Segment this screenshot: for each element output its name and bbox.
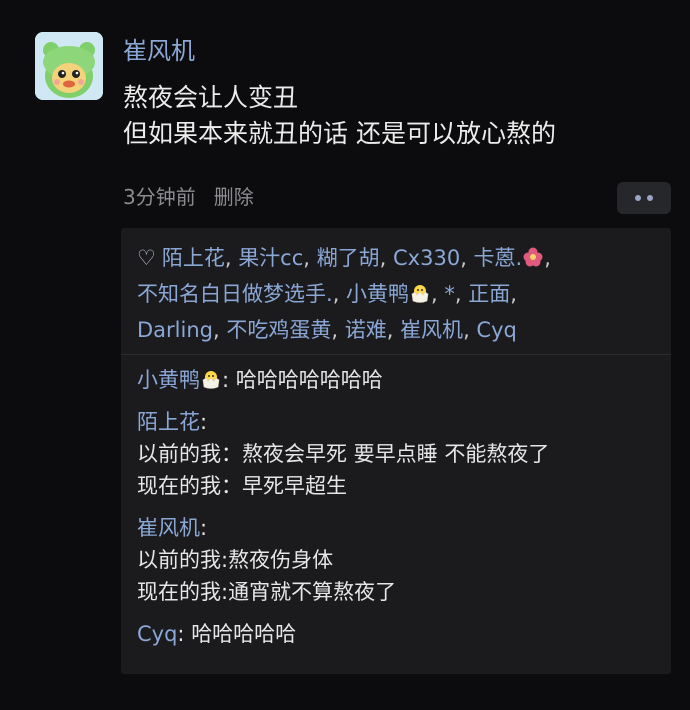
comment-sep: : — [177, 622, 192, 646]
comment-item[interactable]: 小黄鸭: 哈哈哈哈哈哈哈 — [137, 364, 662, 396]
post-line: 熬夜会让人变丑 — [123, 83, 299, 112]
like-name[interactable]: Cx330 — [393, 246, 460, 270]
post-content: 熬夜会让人变丑 但如果本来就丑的话 还是可以放心熬的 — [123, 80, 556, 152]
like-name[interactable]: 陌上花 — [162, 246, 225, 270]
comment-author[interactable]: 崔风机 — [137, 516, 200, 540]
flower-emoji-icon — [523, 247, 543, 267]
comment-text: 哈哈哈哈哈哈哈 — [235, 368, 383, 392]
author-avatar[interactable] — [35, 32, 103, 100]
like-name[interactable]: 果汁cc — [238, 246, 303, 270]
comment-sep: : — [200, 516, 208, 540]
comment-line: 以前的我:熬夜伤身体 — [137, 548, 334, 572]
like-name[interactable]: 不吃鸡蛋黄 — [226, 318, 331, 342]
comment-author[interactable]: 小黄鸭 — [137, 368, 200, 392]
frog-avatar-icon — [35, 32, 103, 100]
more-dots-icon — [635, 195, 641, 201]
like-name[interactable]: Cyq — [476, 318, 516, 342]
like-name[interactable]: Darling — [137, 318, 213, 342]
more-dots-icon — [647, 195, 653, 201]
comment-author[interactable]: Cyq — [137, 622, 177, 646]
comment-text: 哈哈哈哈哈 — [191, 622, 297, 646]
comment-item[interactable]: Cyq: 哈哈哈哈哈 — [137, 618, 662, 650]
like-name[interactable]: 崔风机 — [400, 318, 463, 342]
like-name[interactable]: 正面 — [468, 282, 510, 306]
like-name[interactable]: 糊了胡 — [317, 246, 380, 270]
moment-post: 崔风机 熬夜会让人变丑 但如果本来就丑的话 还是可以放心熬的 3分钟前 删除 ♡… — [0, 0, 690, 710]
post-time: 3分钟前 — [123, 185, 196, 209]
likes-comments-panel: ♡ 陌上花, 果汁cc, 糊了胡, Cx330, 卡蒽., 不知名白日做梦选手.,… — [121, 228, 671, 674]
comment-line: 现在的我：早死早超生 — [137, 474, 347, 498]
more-button[interactable] — [617, 182, 671, 214]
comment-sep: : — [200, 410, 208, 434]
like-name[interactable]: 不知名白日做梦选手. — [137, 282, 333, 306]
delete-link[interactable]: 删除 — [214, 183, 254, 211]
likes-divider — [121, 354, 671, 355]
comment-sep: : — [222, 368, 236, 392]
comment-line: 以前的我：熬夜会早死 要早点睡 不能熬夜了 — [137, 442, 550, 466]
post-line: 但如果本来就丑的话 还是可以放心熬的 — [123, 119, 556, 148]
hatching-chick-emoji-icon — [411, 285, 429, 303]
like-name[interactable]: 小黄鸭 — [346, 282, 409, 306]
comments-list: 小黄鸭: 哈哈哈哈哈哈哈 陌上花: 以前的我：熬夜会早死 要早点睡 不能熬夜了 … — [137, 364, 662, 660]
like-name[interactable]: * — [444, 282, 455, 306]
like-name[interactable]: 卡蒽. — [474, 246, 523, 270]
hatching-chick-emoji-icon — [202, 371, 220, 389]
likes-list: ♡ 陌上花, 果汁cc, 糊了胡, Cx330, 卡蒽., 不知名白日做梦选手.,… — [137, 246, 551, 342]
post-author[interactable]: 崔风机 — [123, 36, 195, 66]
comment-item[interactable]: 陌上花: 以前的我：熬夜会早死 要早点睡 不能熬夜了 现在的我：早死早超生 — [137, 406, 662, 502]
like-name[interactable]: 诺难 — [345, 318, 387, 342]
comment-author[interactable]: 陌上花 — [137, 410, 200, 434]
comment-item[interactable]: 崔风机: 以前的我:熬夜伤身体 现在的我:通宵就不算熬夜了 — [137, 512, 662, 608]
comment-line: 现在的我:通宵就不算熬夜了 — [137, 580, 397, 604]
heart-icon: ♡ — [137, 246, 156, 270]
post-meta: 3分钟前 删除 — [123, 183, 254, 211]
